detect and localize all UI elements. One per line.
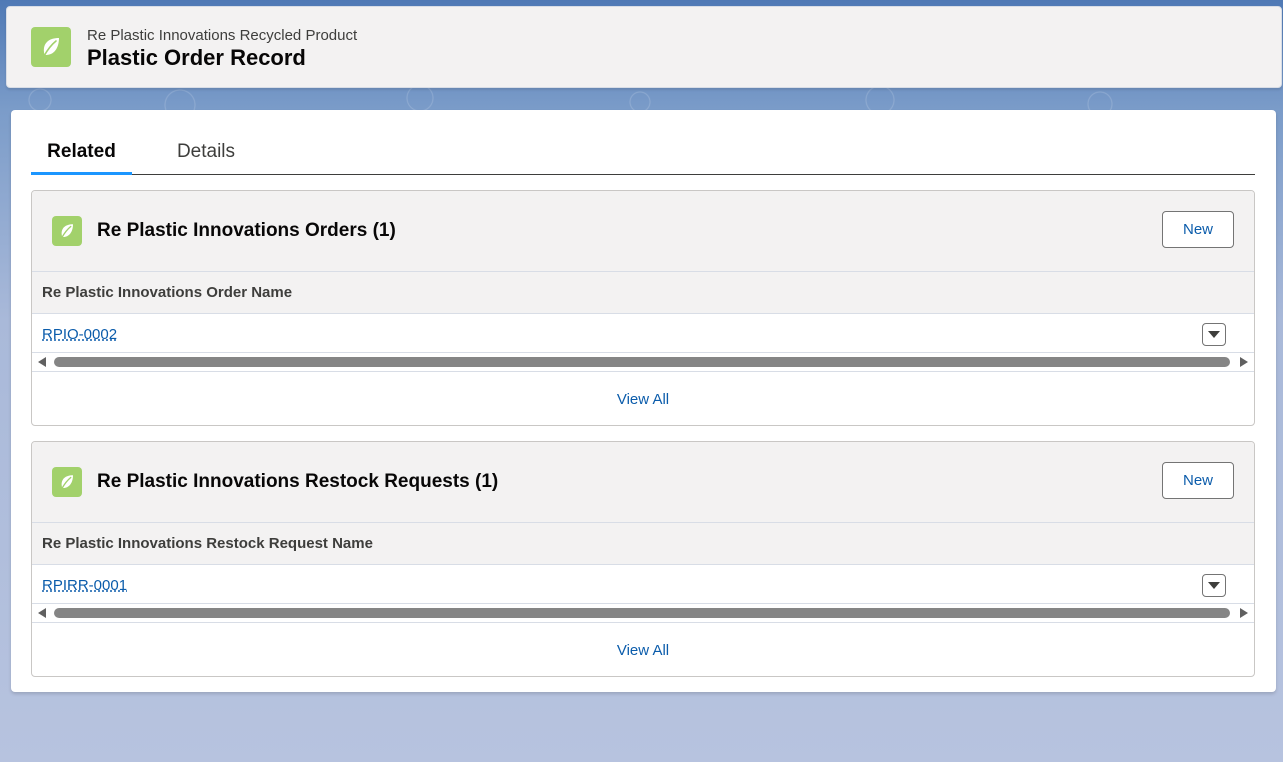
related-list-restock-requests: Re Plastic Innovations Restock Requests … <box>31 441 1255 677</box>
record-link[interactable]: RPIRR-0001 <box>42 577 127 594</box>
scroll-left-icon[interactable] <box>38 357 46 367</box>
page-title: Plastic Order Record <box>87 45 306 70</box>
leaf-icon <box>31 27 71 67</box>
new-button[interactable]: New <box>1162 211 1234 248</box>
related-list-header: Re Plastic Innovations Restock Requests … <box>32 442 1254 523</box>
row-actions-button[interactable] <box>1202 323 1226 346</box>
tab-details[interactable]: Details <box>176 130 236 174</box>
scroll-right-icon[interactable] <box>1240 357 1248 367</box>
scrollbar-thumb[interactable] <box>54 608 1230 618</box>
row-actions-button[interactable] <box>1202 574 1226 597</box>
tab-bar: Related Details <box>31 130 1255 175</box>
column-header[interactable]: Re Plastic Innovations Order Name <box>32 272 1254 314</box>
related-list-orders: Re Plastic Innovations Orders (1) New Re… <box>31 190 1255 426</box>
chevron-down-icon <box>1208 582 1220 589</box>
table-row: RPIRR-0001 <box>32 565 1254 604</box>
main-card: Related Details Re Plastic Innovations O… <box>11 110 1276 692</box>
record-header: Re Plastic Innovations Recycled Product … <box>6 6 1282 88</box>
leaf-icon <box>52 467 82 497</box>
scroll-left-icon[interactable] <box>38 608 46 618</box>
horizontal-scrollbar[interactable] <box>32 353 1254 372</box>
related-list-header: Re Plastic Innovations Orders (1) New <box>32 191 1254 272</box>
leaf-icon <box>52 216 82 246</box>
view-all-link[interactable]: View All <box>617 642 669 659</box>
table-row: RPIO-0002 <box>32 314 1254 353</box>
record-type-label: Re Plastic Innovations Recycled Product <box>87 27 358 44</box>
view-all-footer: View All <box>32 623 1254 676</box>
view-all-footer: View All <box>32 372 1254 425</box>
related-list-title: Re Plastic Innovations Restock Requests … <box>97 471 499 492</box>
scroll-right-icon[interactable] <box>1240 608 1248 618</box>
record-link[interactable]: RPIO-0002 <box>42 326 117 343</box>
horizontal-scrollbar[interactable] <box>32 604 1254 623</box>
view-all-link[interactable]: View All <box>617 391 669 408</box>
scrollbar-thumb[interactable] <box>54 357 1230 367</box>
new-button[interactable]: New <box>1162 462 1234 499</box>
tab-related[interactable]: Related <box>31 130 132 175</box>
column-header[interactable]: Re Plastic Innovations Restock Request N… <box>32 523 1254 565</box>
related-list-title: Re Plastic Innovations Orders (1) <box>97 220 396 241</box>
chevron-down-icon <box>1208 331 1220 338</box>
